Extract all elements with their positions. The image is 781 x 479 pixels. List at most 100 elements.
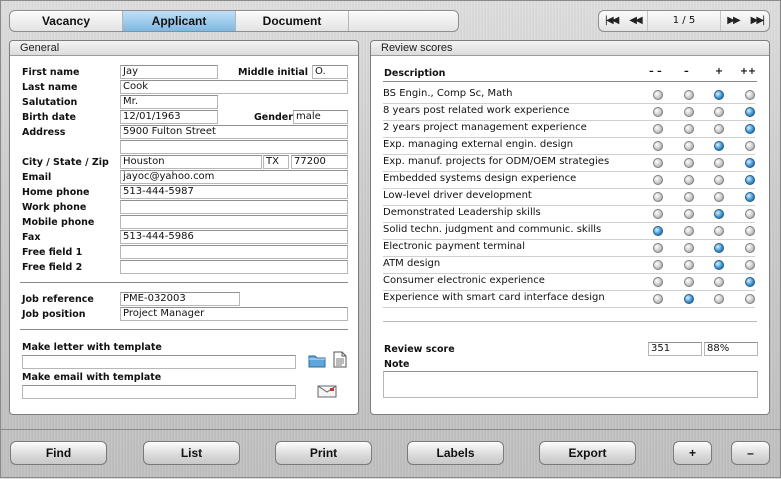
fax-field[interactable]: 513-444-5986 [120,230,348,244]
address-line2-field[interactable] [120,140,348,154]
home-phone-field[interactable]: 513-444-5987 [120,185,348,199]
export-button[interactable]: Export [539,441,636,465]
score-radio-button[interactable] [745,124,755,134]
city-field[interactable]: Houston [120,155,262,169]
score-radio-button[interactable] [653,226,663,236]
score-radio-button[interactable] [714,107,724,117]
score-radio-button[interactable] [653,90,663,100]
tab-vacancy[interactable]: Vacancy [10,11,123,31]
score-radio-button[interactable] [684,277,694,287]
score-radio-button[interactable] [653,175,663,185]
previous-record-icon[interactable]: ◀◀ [623,11,647,31]
next-record-icon[interactable]: ▶▶ [721,11,745,31]
score-radio-button[interactable] [714,158,724,168]
add-record-button[interactable]: + [673,441,712,465]
last-name-field[interactable]: Cook [120,80,348,94]
score-row: ATM design [383,256,755,274]
score-radio-button[interactable] [684,294,694,304]
score-radio-button[interactable] [714,90,724,100]
state-field[interactable]: TX [263,155,289,169]
score-radio-button[interactable] [684,90,694,100]
header-divider [383,81,757,82]
score-radio-button[interactable] [653,124,663,134]
salutation-field[interactable]: Mr. [120,95,218,109]
score-radio-button[interactable] [745,243,755,253]
first-name-field[interactable]: Jay [120,65,218,79]
labels-button[interactable]: Labels [407,441,504,465]
job-reference-field[interactable]: PME-032003 [120,292,240,306]
score-radio-button[interactable] [684,158,694,168]
score-radio-button[interactable] [745,209,755,219]
score-radio-button[interactable] [684,107,694,117]
middle-initial-field[interactable]: O. [312,65,348,79]
document-icon[interactable] [333,351,347,368]
letter-template-field[interactable] [22,355,296,369]
score-radio-button[interactable] [745,141,755,151]
review-scores-title: Review scores [371,41,769,56]
tab-applicant[interactable]: Applicant [123,11,236,31]
score-radio-button[interactable] [653,192,663,202]
score-radio-button[interactable] [714,175,724,185]
score-radio-button[interactable] [714,124,724,134]
print-button[interactable]: Print [275,441,372,465]
score-radio-button[interactable] [714,192,724,202]
score-radio-button[interactable] [745,158,755,168]
score-radio-button[interactable] [653,277,663,287]
score-radio-button[interactable] [684,124,694,134]
score-radio-button[interactable] [714,277,724,287]
address-field[interactable]: 5900 Fulton Street [120,125,348,139]
email-template-field[interactable] [22,385,296,399]
score-radio-button[interactable] [714,260,724,270]
score-radio-button[interactable] [714,294,724,304]
tab-spacer [349,11,458,31]
score-radio-button[interactable] [653,260,663,270]
email-icon[interactable] [317,384,337,398]
first-record-icon[interactable]: |◀◀ [599,11,623,31]
score-radio-button[interactable] [745,90,755,100]
score-radio-button[interactable] [745,260,755,270]
score-radio-button[interactable] [745,277,755,287]
find-button[interactable]: Find [10,441,107,465]
zip-field[interactable]: 77200 [291,155,348,169]
birth-date-field[interactable]: 12/01/1963 [120,110,218,124]
score-radio-button[interactable] [684,192,694,202]
score-radio-button[interactable] [714,226,724,236]
work-phone-field[interactable] [120,200,348,214]
score-radio-button[interactable] [653,294,663,304]
list-button[interactable]: List [143,441,240,465]
score-radio-button[interactable] [653,107,663,117]
gender-label: Gender [254,112,293,123]
tab-document[interactable]: Document [236,11,349,31]
score-radio-button[interactable] [684,243,694,253]
score-radio-button[interactable] [745,294,755,304]
note-field[interactable] [383,371,758,398]
score-radio-button[interactable] [684,141,694,151]
general-panel-title: General [10,41,358,56]
score-radio-button[interactable] [653,158,663,168]
score-radio-button[interactable] [714,209,724,219]
free-field-1-label: Free field 1 [22,247,83,258]
score-radio-button[interactable] [684,260,694,270]
score-row-description: Demonstrated Leadership skills [383,207,541,218]
score-radio-button[interactable] [684,226,694,236]
score-radio-button[interactable] [684,175,694,185]
email-field[interactable]: jayoc@yahoo.com [120,170,348,184]
free-field-1-field[interactable] [120,245,348,259]
gender-field[interactable]: male [293,110,348,124]
last-record-icon[interactable]: ▶▶| [745,11,769,31]
job-position-field[interactable]: Project Manager [120,307,348,321]
score-radio-button[interactable] [745,226,755,236]
score-radio-button[interactable] [745,175,755,185]
free-field-2-field[interactable] [120,260,348,274]
score-radio-button[interactable] [653,141,663,151]
score-radio-button[interactable] [714,141,724,151]
mobile-phone-field[interactable] [120,215,348,229]
folder-icon[interactable] [308,352,326,368]
score-radio-button[interactable] [714,243,724,253]
score-radio-button[interactable] [745,107,755,117]
delete-record-button[interactable]: – [731,441,770,465]
score-radio-button[interactable] [745,192,755,202]
score-radio-button[interactable] [653,243,663,253]
score-radio-button[interactable] [684,209,694,219]
score-radio-button[interactable] [653,209,663,219]
